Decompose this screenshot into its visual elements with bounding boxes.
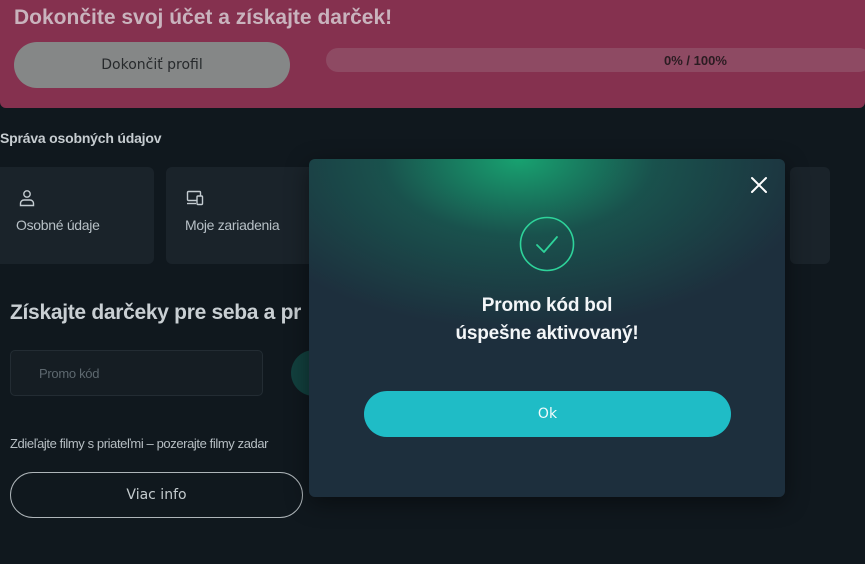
- user-icon: [19, 190, 35, 207]
- modal-message-line-1: Promo kód bol: [481, 295, 613, 316]
- check-circle-icon: [519, 216, 575, 272]
- profile-progress-bar: [326, 48, 865, 72]
- progress-text: 0% / 100%: [664, 53, 727, 68]
- close-icon: [751, 177, 767, 193]
- profile-completion-banner: Dokončite svoj účet a získajte darček! D…: [0, 0, 865, 108]
- card-label: Moje zariadenia: [185, 217, 280, 233]
- card-personal-data[interactable]: Osobné údaje: [0, 167, 154, 264]
- card-partial[interactable]: [790, 167, 830, 264]
- close-button[interactable]: [749, 175, 769, 195]
- ok-button[interactable]: Ok: [364, 391, 731, 437]
- share-text: Zdieľajte filmy s priateľmi – pozerajte …: [10, 436, 269, 451]
- more-info-button[interactable]: Viac info: [10, 472, 303, 518]
- card-label: Osobné údaje: [16, 217, 100, 233]
- modal-message-line-2: úspešne aktivovaný!: [455, 323, 639, 344]
- banner-title: Dokončite svoj účet a získajte darček!: [14, 6, 393, 29]
- gifts-title: Získajte darčeky pre seba a pr: [10, 301, 301, 324]
- devices-icon: [186, 190, 204, 206]
- modal-message: Promo kód bol úspešne aktivovaný!: [309, 292, 785, 348]
- success-modal: Promo kód bol úspešne aktivovaný! Ok: [309, 159, 785, 497]
- promo-code-input[interactable]: [10, 350, 263, 396]
- finish-profile-button[interactable]: Dokončiť profil: [14, 42, 290, 88]
- section-title: Správa osobných údajov: [0, 130, 162, 146]
- card-my-devices[interactable]: Moje zariadenia: [166, 167, 316, 264]
